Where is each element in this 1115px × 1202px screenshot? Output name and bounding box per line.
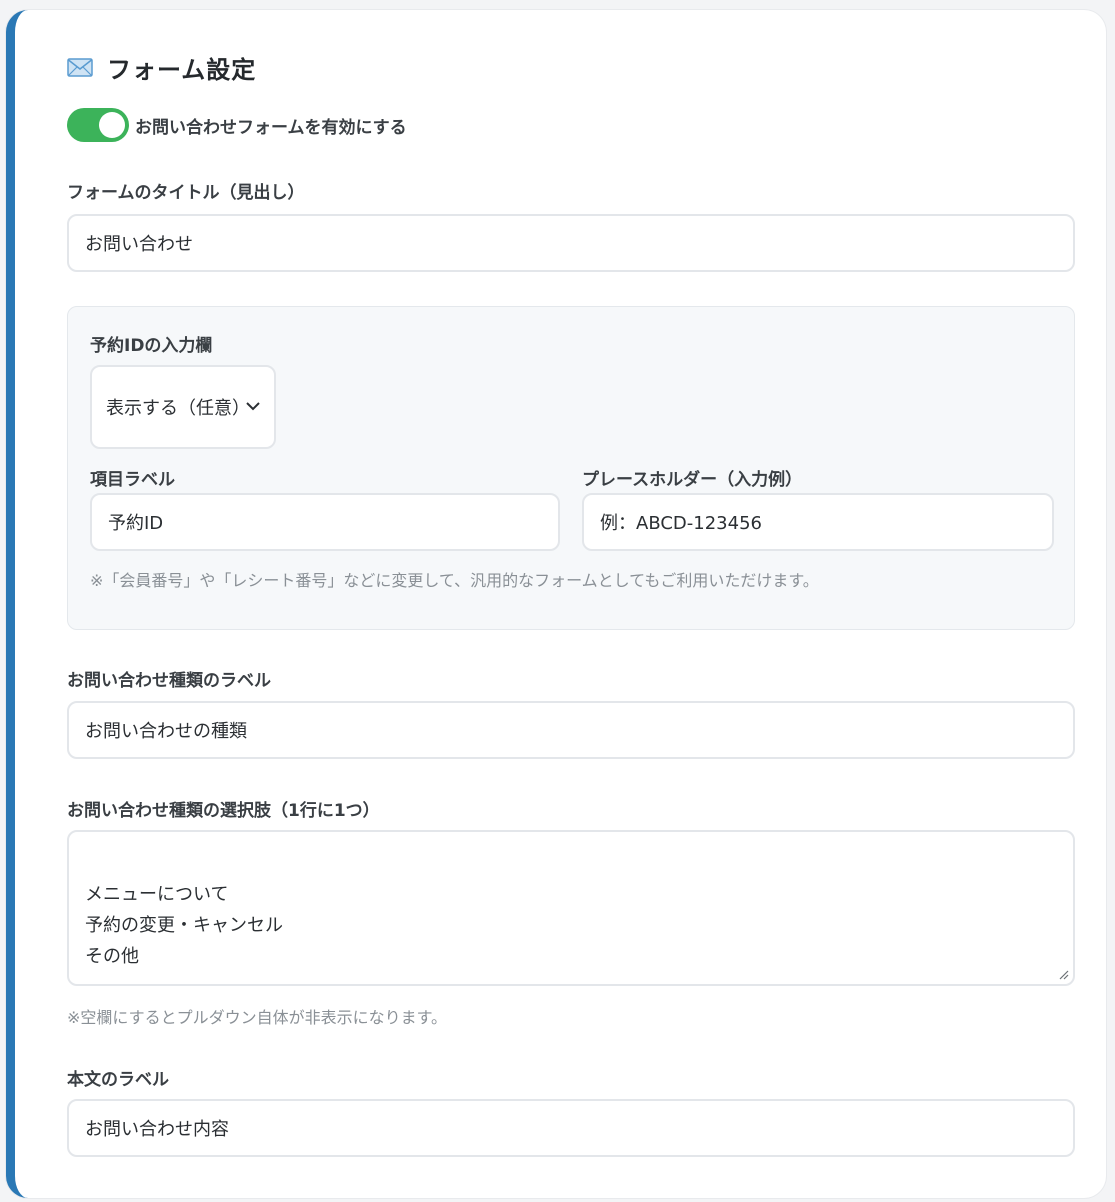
inquiry-options-textarea[interactable]: メニューについて 予約の変更・キャンセル その他 (67, 830, 1075, 986)
envelope-icon (67, 58, 93, 77)
select-value: 表示する（任意） (106, 398, 250, 419)
section-header: フォーム設定 (67, 50, 256, 85)
reservation-id-display-select[interactable]: 表示する（任意） (90, 365, 276, 449)
item-label-input[interactable]: 予約ID (90, 493, 560, 551)
reservation-id-panel: 予約IDの入力欄 表示する（任意） 項目ラベル 予約ID プレースホルダー（入力… (67, 306, 1075, 630)
form-title-label: フォームのタイトル（見出し） (67, 183, 305, 203)
enable-form-toggle[interactable] (67, 108, 129, 142)
form-title-input[interactable]: お問い合わせ (67, 214, 1075, 272)
chevron-down-icon (246, 402, 260, 411)
toggle-knob (99, 112, 125, 138)
placeholder-heading: プレースホルダー（入力例） (582, 470, 803, 490)
body-label-heading: 本文のラベル (67, 1070, 169, 1090)
inquiry-type-label-heading: お問い合わせ種類のラベル (67, 671, 271, 691)
inquiry-options-note: ※空欄にするとプルダウン自体が非表示になります。 (67, 1008, 447, 1027)
form-settings-card: フォーム設定 お問い合わせフォームを有効にする フォームのタイトル（見出し） お… (6, 10, 1106, 1198)
inquiry-options-text: メニューについて 予約の変更・キャンセル その他 (85, 884, 283, 967)
reservation-id-heading: 予約IDの入力欄 (90, 336, 213, 356)
resize-handle-icon[interactable] (1059, 970, 1069, 980)
page-title: フォーム設定 (107, 56, 257, 84)
inquiry-options-heading: お問い合わせ種類の選択肢（1行に1つ） (67, 801, 380, 821)
enable-form-toggle-row: お問い合わせフォームを有効にする (67, 108, 407, 142)
placeholder-input[interactable]: 例：ABCD-123456 (582, 493, 1054, 551)
inquiry-type-label-input[interactable]: お問い合わせの種類 (67, 701, 1075, 759)
body-label-input[interactable]: お問い合わせ内容 (67, 1099, 1075, 1157)
reservation-note: ※「会員番号」や「レシート番号」などに変更して、汎用的なフォームとしてもご利用い… (90, 571, 819, 590)
enable-form-toggle-label: お問い合わせフォームを有効にする (135, 117, 407, 138)
item-label-heading: 項目ラベル (90, 470, 175, 490)
